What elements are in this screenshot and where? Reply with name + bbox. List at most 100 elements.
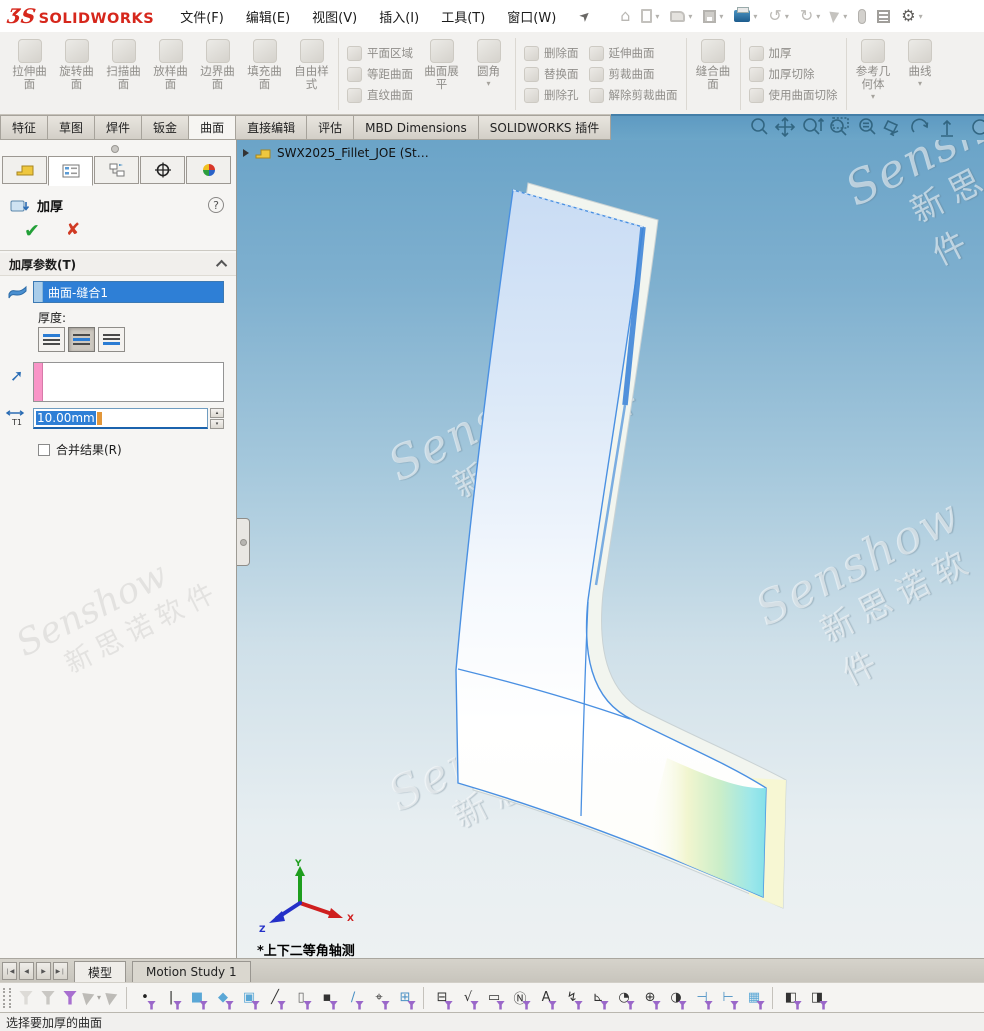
filter-sketch-segments-icon[interactable]: ∕ <box>341 986 365 1010</box>
save-icon[interactable] <box>700 8 726 25</box>
view-orientation-light-icon[interactable] <box>885 121 899 136</box>
select-cursor-icon[interactable] <box>828 8 850 24</box>
ruled-surface-button[interactable]: 直纹曲面 <box>342 86 418 105</box>
tree-item-label[interactable]: SWX2025_Fillet_JOE (St… <box>277 146 429 160</box>
filter-vertices-icon[interactable]: • <box>133 986 157 1010</box>
flatten-surface-button[interactable]: 曲面展平 <box>418 36 465 112</box>
model-tab[interactable]: 模型 <box>74 961 126 982</box>
filter-datum-targets-icon[interactable]: ⊕ <box>638 986 662 1010</box>
filter-multi-jog-leaders-icon[interactable]: ↯ <box>560 986 584 1010</box>
filter-center-marks-icon[interactable]: ⊣ <box>690 986 714 1010</box>
pin-menu-icon[interactable]: ➤ <box>577 7 595 25</box>
zoom-in-out-icon[interactable] <box>804 119 824 134</box>
motion-study-tab[interactable]: Motion Study 1 <box>132 961 251 982</box>
spinner-down-button[interactable]: ▾ <box>210 419 224 429</box>
zoom-selection-icon[interactable] <box>860 119 875 134</box>
home-icon[interactable]: ⌂ <box>617 6 633 26</box>
filter-stack-icon[interactable] <box>41 991 55 1005</box>
print-icon[interactable] <box>731 8 760 24</box>
thicken-side1-toggle[interactable] <box>38 327 65 352</box>
tab-sketch[interactable]: 草图 <box>47 115 94 140</box>
filter-axes-icon[interactable]: ╱ <box>263 986 287 1010</box>
filter-toggle-icon[interactable] <box>19 991 33 1005</box>
ok-button[interactable]: ✔ <box>24 220 40 242</box>
previous-tab-button[interactable] <box>19 962 34 980</box>
boundary-surface-button[interactable]: 边界曲面 <box>194 36 241 112</box>
next-tab-button[interactable] <box>36 962 51 980</box>
zoom-area-icon[interactable] <box>831 118 848 135</box>
filter-dowel-pins-icon[interactable]: ◧ <box>779 986 803 1010</box>
filter-notes-icon[interactable]: A <box>534 986 558 1010</box>
last-tab-button[interactable] <box>53 962 68 980</box>
thicken-both-sides-toggle[interactable] <box>68 327 95 352</box>
replace-face-button[interactable]: 替换面 <box>519 65 584 84</box>
selected-surface-item[interactable]: 曲面-缝合1 <box>43 282 223 302</box>
freeform-button[interactable]: 自由样式 <box>288 36 335 112</box>
magnified-selection-icon[interactable] <box>105 991 120 1004</box>
curves-button[interactable]: 曲线▾ <box>897 36 944 112</box>
menu-edit[interactable]: 编辑(E) <box>246 7 290 26</box>
clear-all-filters-icon[interactable] <box>63 991 77 1005</box>
filter-edges-icon[interactable]: | <box>159 986 183 1010</box>
task-pane-icon[interactable] <box>874 8 893 25</box>
viewport-feature-tree[interactable]: SWX2025_Fillet_JOE (St… <box>243 146 429 160</box>
merge-result-checkbox[interactable] <box>38 444 50 456</box>
filter-weld-symbols-icon[interactable]: ◔ <box>612 986 636 1010</box>
filter-coordinate-systems-icon[interactable]: ⊞ <box>393 986 417 1010</box>
filter-surface-bodies-icon[interactable]: ◆ <box>211 986 235 1010</box>
menu-view[interactable]: 视图(V) <box>312 7 357 26</box>
curves-dropdown-icon[interactable]: ▾ <box>918 79 922 88</box>
undo-icon[interactable]: ↺ <box>765 6 791 26</box>
open-document-icon[interactable] <box>667 9 695 24</box>
tree-expand-icon[interactable] <box>243 149 249 157</box>
delete-hole-button[interactable]: 删除孔 <box>519 86 584 105</box>
planar-surface-button[interactable]: 平面区域 <box>342 44 418 63</box>
rotate-view-icon[interactable] <box>912 119 927 132</box>
filter-dimensions-icon[interactable]: ⊟ <box>430 986 454 1010</box>
fillet-dropdown-icon[interactable]: ▾ <box>486 79 490 88</box>
display-style-icon[interactable] <box>973 120 984 134</box>
lofted-surface-button[interactable]: 放样曲面 <box>147 36 194 112</box>
filter-solid-bodies-icon[interactable]: ▣ <box>237 986 261 1010</box>
filter-geometric-tolerances-icon[interactable]: ▭ <box>482 986 506 1010</box>
new-document-icon[interactable] <box>638 7 662 25</box>
spinner-up-button[interactable]: ▴ <box>210 408 224 418</box>
untrim-surface-button[interactable]: 解除剪裁曲面 <box>584 86 683 105</box>
filter-section-lines-icon[interactable]: ◑ <box>664 986 688 1010</box>
tab-sheet-metal[interactable]: 钣金 <box>141 115 188 140</box>
display-manager-tab[interactable] <box>186 156 231 184</box>
first-tab-button[interactable] <box>2 962 17 980</box>
filter-connection-points-icon[interactable]: ◨ <box>805 986 829 1010</box>
filter-balloons-icon[interactable]: Ⓝ <box>508 986 532 1010</box>
knit-surface-button[interactable]: 缝合曲面 <box>690 36 737 112</box>
thickened-cut-button[interactable]: 加厚切除 <box>744 65 843 84</box>
configuration-manager-tab[interactable] <box>94 156 139 184</box>
extend-surface-button[interactable]: 延伸曲面 <box>584 44 683 63</box>
thicken-side2-toggle[interactable] <box>98 327 125 352</box>
tab-direct-editing[interactable]: 直接编辑 <box>235 115 306 140</box>
zoom-to-fit-icon[interactable] <box>752 119 767 134</box>
filter-planes-icon[interactable]: ▯ <box>289 986 313 1010</box>
filter-blocks-icon[interactable]: ▦ <box>742 986 766 1010</box>
menu-insert[interactable]: 插入(I) <box>379 7 419 26</box>
pan-icon[interactable] <box>776 118 794 136</box>
tab-weldments[interactable]: 焊件 <box>94 115 141 140</box>
fillet-button[interactable]: 圆角▾ <box>465 36 512 112</box>
direction-reference-box[interactable] <box>33 362 224 402</box>
filter-sketch-points-icon[interactable]: ▪ <box>315 986 339 1010</box>
tab-surfaces[interactable]: 曲面 <box>188 115 235 140</box>
filter-faces-icon[interactable]: ■ <box>185 986 209 1010</box>
reference-geometry-dropdown-icon[interactable]: ▾ <box>871 92 875 101</box>
toolbar-drag-handle[interactable] <box>3 988 11 1008</box>
property-manager-tab[interactable] <box>48 156 93 186</box>
cancel-button[interactable]: ✘ <box>66 220 80 242</box>
selection-capsule-icon[interactable] <box>855 7 869 26</box>
graphics-area[interactable]: Senshow新思诺软件 Senshow新思诺软件 Senshow新思诺软件 S… <box>237 140 984 958</box>
delete-face-button[interactable]: 删除面 <box>519 44 584 63</box>
dimxpert-manager-tab[interactable] <box>140 156 185 184</box>
surface-model[interactable] <box>237 140 984 958</box>
options-gear-icon[interactable]: ⚙ <box>898 6 925 26</box>
tab-mbd-dimensions[interactable]: MBD Dimensions <box>353 115 478 140</box>
help-icon[interactable]: ? <box>208 197 224 213</box>
tab-features[interactable]: 特征 <box>0 115 47 140</box>
